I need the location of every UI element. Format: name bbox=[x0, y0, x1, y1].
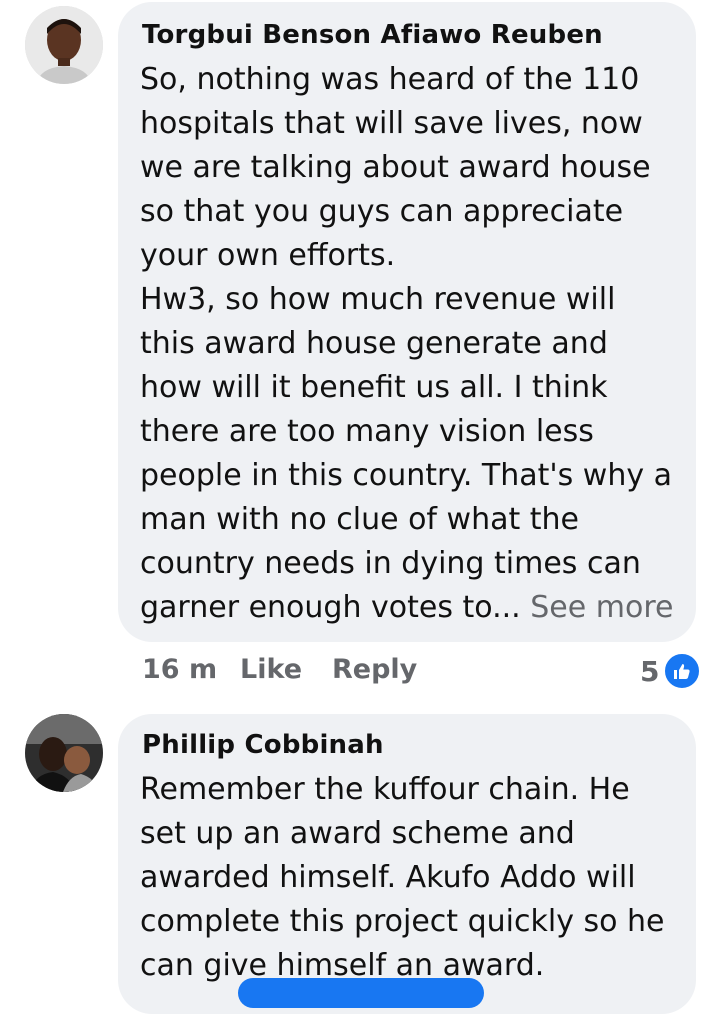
reaction-count: 5 bbox=[640, 654, 660, 688]
profile-photo bbox=[25, 714, 103, 792]
profile-photo bbox=[25, 6, 103, 84]
comment-paragraph: So, nothing was heard of the 110 hospita… bbox=[140, 62, 651, 273]
like-icon bbox=[663, 652, 702, 690]
avatar[interactable] bbox=[25, 714, 103, 792]
comment-bubble: Phillip Cobbinah Remember the kuffour ch… bbox=[118, 714, 696, 1014]
comment-text: So, nothing was heard of the 110 hospita… bbox=[140, 58, 678, 630]
like-button[interactable]: Like bbox=[240, 654, 302, 685]
floating-action-button[interactable] bbox=[238, 978, 484, 1008]
reaction-summary[interactable]: 5 bbox=[640, 652, 702, 690]
avatar[interactable] bbox=[25, 6, 103, 84]
comment-paragraph: Remember the kuffour chain. He set up an… bbox=[140, 772, 665, 983]
comment-timestamp: 16 m bbox=[142, 654, 218, 685]
comment-paragraph: Hw3, so how much revenue will this award… bbox=[140, 282, 674, 625]
reply-button[interactable]: Reply bbox=[332, 654, 417, 685]
author-name[interactable]: Phillip Cobbinah bbox=[142, 730, 384, 760]
see-more-link[interactable]: See more bbox=[530, 590, 673, 625]
comment-text: Remember the kuffour chain. He set up an… bbox=[140, 768, 678, 988]
comment-bubble: Torgbui Benson Afiawo Reuben So, nothing… bbox=[118, 2, 696, 642]
author-name[interactable]: Torgbui Benson Afiawo Reuben bbox=[142, 20, 603, 50]
